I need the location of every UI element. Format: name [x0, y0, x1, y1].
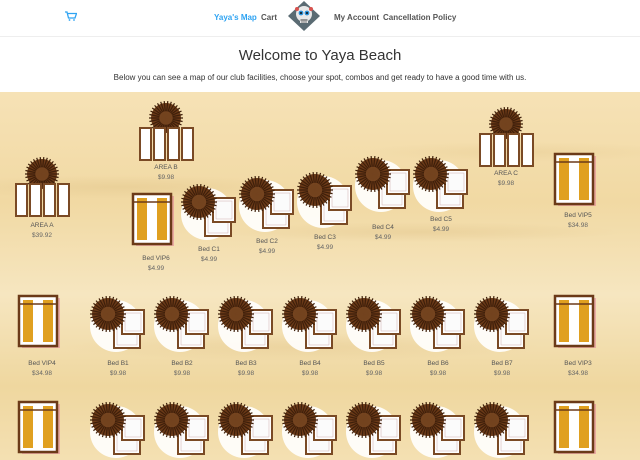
- spot-label: Bed VIP6: [142, 255, 170, 262]
- umbrella-bed-icon[interactable]: [406, 292, 470, 356]
- spot-label: Bed VIP4: [28, 360, 56, 367]
- map-spot-bed-b6[interactable]: Bed B6 $9.98: [406, 292, 470, 382]
- map-spot-area-b[interactable]: AREA B $9.98: [134, 100, 198, 186]
- spot-label: AREA B: [154, 164, 178, 171]
- spot-label: Bed B4: [299, 360, 321, 367]
- vip-bed-icon[interactable]: [10, 292, 74, 356]
- spot-price: $9.98: [429, 370, 447, 377]
- map-spot-bed-b7[interactable]: Bed B7 $9.98: [470, 292, 534, 382]
- map-spot-bed-b2[interactable]: Bed B2 $9.98: [150, 292, 214, 382]
- spot-label: Bed B7: [491, 360, 513, 367]
- vip-bed-icon[interactable]: [124, 190, 188, 254]
- beach-map: AREA B $9.98 AREA C $9.98 AREA A $39.92 Bed C1…: [0, 92, 640, 460]
- spot-price: $9.98: [497, 180, 515, 187]
- spot-label: Bed C4: [372, 224, 394, 231]
- map-spot-bed-vip6[interactable]: Bed VIP6 $4.99: [124, 190, 188, 277]
- umbrella-bed-icon[interactable]: [235, 172, 299, 236]
- spot-label: Bed C3: [314, 234, 336, 241]
- umbrella-bed-icon[interactable]: [293, 168, 357, 232]
- umbrella-bed-icon[interactable]: [342, 398, 406, 460]
- spot-label: Bed B6: [427, 360, 449, 367]
- spot-price: $34.98: [568, 370, 588, 377]
- umbrella-bed-icon[interactable]: [150, 398, 214, 460]
- map-spot-bed-c2[interactable]: Bed C2 $4.99: [235, 172, 299, 260]
- nav-link-yayas-map[interactable]: Yaya's Map: [214, 13, 257, 22]
- map-spot-area-c[interactable]: AREA C $9.98: [474, 106, 538, 192]
- spot-label: Bed B5: [363, 360, 385, 367]
- umbrella-bed-icon[interactable]: [470, 398, 534, 460]
- spot-label: Bed B3: [235, 360, 257, 367]
- spot-price: $39.92: [32, 232, 52, 239]
- map-spot-bed-vip5[interactable]: Bed VIP5 $34.98: [546, 150, 610, 234]
- spot-price: $9.98: [301, 370, 319, 377]
- umbrella-bed-icon[interactable]: [409, 152, 473, 216]
- vip-bed-icon[interactable]: [546, 398, 610, 460]
- umbrella-bed-icon[interactable]: [86, 398, 150, 460]
- spot-price: $9.98: [237, 370, 255, 377]
- map-spot-area-a[interactable]: AREA A $39.92: [10, 156, 74, 244]
- lounge-area-icon[interactable]: [134, 100, 198, 164]
- map-spot-bed-vip3[interactable]: Bed VIP3 $34.98: [546, 292, 610, 382]
- map-spot-bed-c3[interactable]: Bed C3 $4.99: [293, 168, 357, 256]
- spot-price: $34.98: [32, 370, 52, 377]
- spot-label: Bed VIP3: [564, 360, 592, 367]
- spot-label: Bed C5: [430, 216, 452, 223]
- map-spot-bed-b5[interactable]: Bed B5 $9.98: [342, 292, 406, 382]
- umbrella-bed-icon[interactable]: [406, 398, 470, 460]
- vip-bed-icon[interactable]: [10, 398, 74, 460]
- hero-section: Welcome to Yaya Beach Below you can see …: [0, 37, 640, 92]
- shopping-cart-icon[interactable]: [65, 11, 77, 21]
- spot-label: Bed C2: [256, 238, 278, 245]
- umbrella-bed-icon[interactable]: [214, 292, 278, 356]
- umbrella-bed-icon[interactable]: [342, 292, 406, 356]
- spot-label: AREA A: [30, 222, 54, 229]
- spot-label: Bed B1: [107, 360, 129, 367]
- spot-price: $4.99: [374, 234, 392, 241]
- spot-label: Bed VIP5: [564, 212, 592, 219]
- spot-price: $4.99: [258, 248, 276, 255]
- spot-price: $4.99: [147, 265, 165, 272]
- top-navigation: Yaya's Map Cart My Account Cancellation …: [0, 0, 640, 37]
- page-subtitle: Below you can see a map of our club faci…: [113, 73, 527, 82]
- spot-label: Bed B2: [171, 360, 193, 367]
- map-spot-bed-c4[interactable]: Bed C4 $4.99: [351, 152, 415, 246]
- nav-link-my-account[interactable]: My Account: [334, 13, 379, 22]
- map-spot-bed-b4[interactable]: Bed B4 $9.98: [278, 292, 342, 382]
- spot-price: $9.98: [109, 370, 127, 377]
- spot-price: $34.98: [568, 222, 588, 229]
- page-title: Welcome to Yaya Beach: [238, 47, 402, 64]
- umbrella-bed-icon[interactable]: [278, 398, 342, 460]
- umbrella-bed-icon[interactable]: [214, 398, 278, 460]
- umbrella-bed-icon[interactable]: [351, 152, 415, 216]
- umbrella-bed-icon[interactable]: [86, 292, 150, 356]
- map-spot-bed-b1[interactable]: Bed B1 $9.98: [86, 292, 150, 382]
- vip-bed-icon[interactable]: [546, 292, 610, 356]
- nav-link-cart[interactable]: Cart: [261, 13, 277, 22]
- umbrella-bed-icon[interactable]: [150, 292, 214, 356]
- map-spot-bed-c5[interactable]: Bed C5 $4.99: [409, 152, 473, 238]
- map-spot-bed-vip4[interactable]: Bed VIP4 $34.98: [10, 292, 74, 382]
- spot-price: $4.99: [316, 244, 334, 251]
- lounge-area-icon[interactable]: [474, 106, 538, 170]
- spot-price: $9.98: [493, 370, 511, 377]
- skull-logo[interactable]: [286, 0, 322, 32]
- nav-link-cancellation-policy[interactable]: Cancellation Policy: [383, 13, 456, 22]
- vip-bed-icon[interactable]: [546, 150, 610, 214]
- spot-label: AREA C: [494, 170, 518, 177]
- spot-price: $4.99: [432, 226, 450, 233]
- spot-price: $9.98: [173, 370, 191, 377]
- umbrella-bed-icon[interactable]: [470, 292, 534, 356]
- umbrella-bed-icon[interactable]: [278, 292, 342, 356]
- map-spot-bed-b3[interactable]: Bed B3 $9.98: [214, 292, 278, 382]
- spot-price: $9.98: [365, 370, 383, 377]
- lounge-area-icon[interactable]: [10, 156, 74, 220]
